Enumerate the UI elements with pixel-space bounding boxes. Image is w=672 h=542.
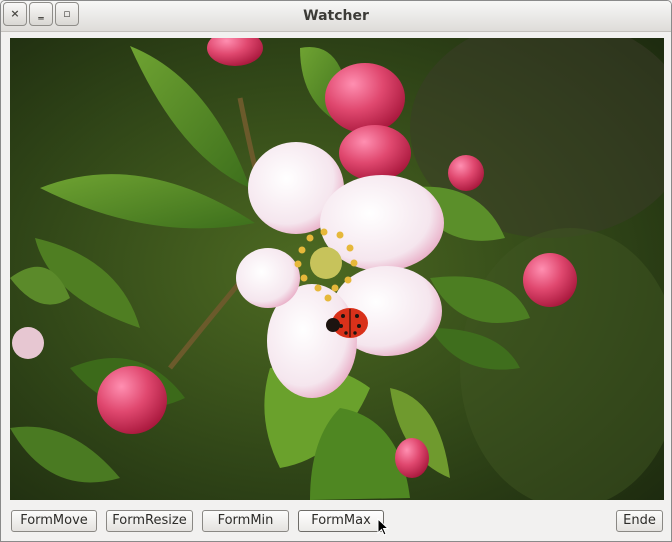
window-title: Watcher (303, 8, 369, 24)
apple-blossom-photo (10, 38, 664, 500)
form-min-button[interactable]: FormMin (202, 510, 289, 532)
mouse-cursor-icon (377, 518, 390, 536)
title-bar[interactable]: × ‗ ▫ Watcher (1, 1, 671, 32)
photo-image (10, 38, 664, 500)
form-move-button[interactable]: FormMove (11, 510, 97, 532)
exit-button[interactable]: Ende (616, 510, 663, 532)
form-resize-button[interactable]: FormResize (106, 510, 193, 532)
app-window: × ‗ ▫ Watcher FormMove FormResize FormMi… (0, 0, 672, 542)
form-max-button[interactable]: FormMax (298, 510, 384, 532)
